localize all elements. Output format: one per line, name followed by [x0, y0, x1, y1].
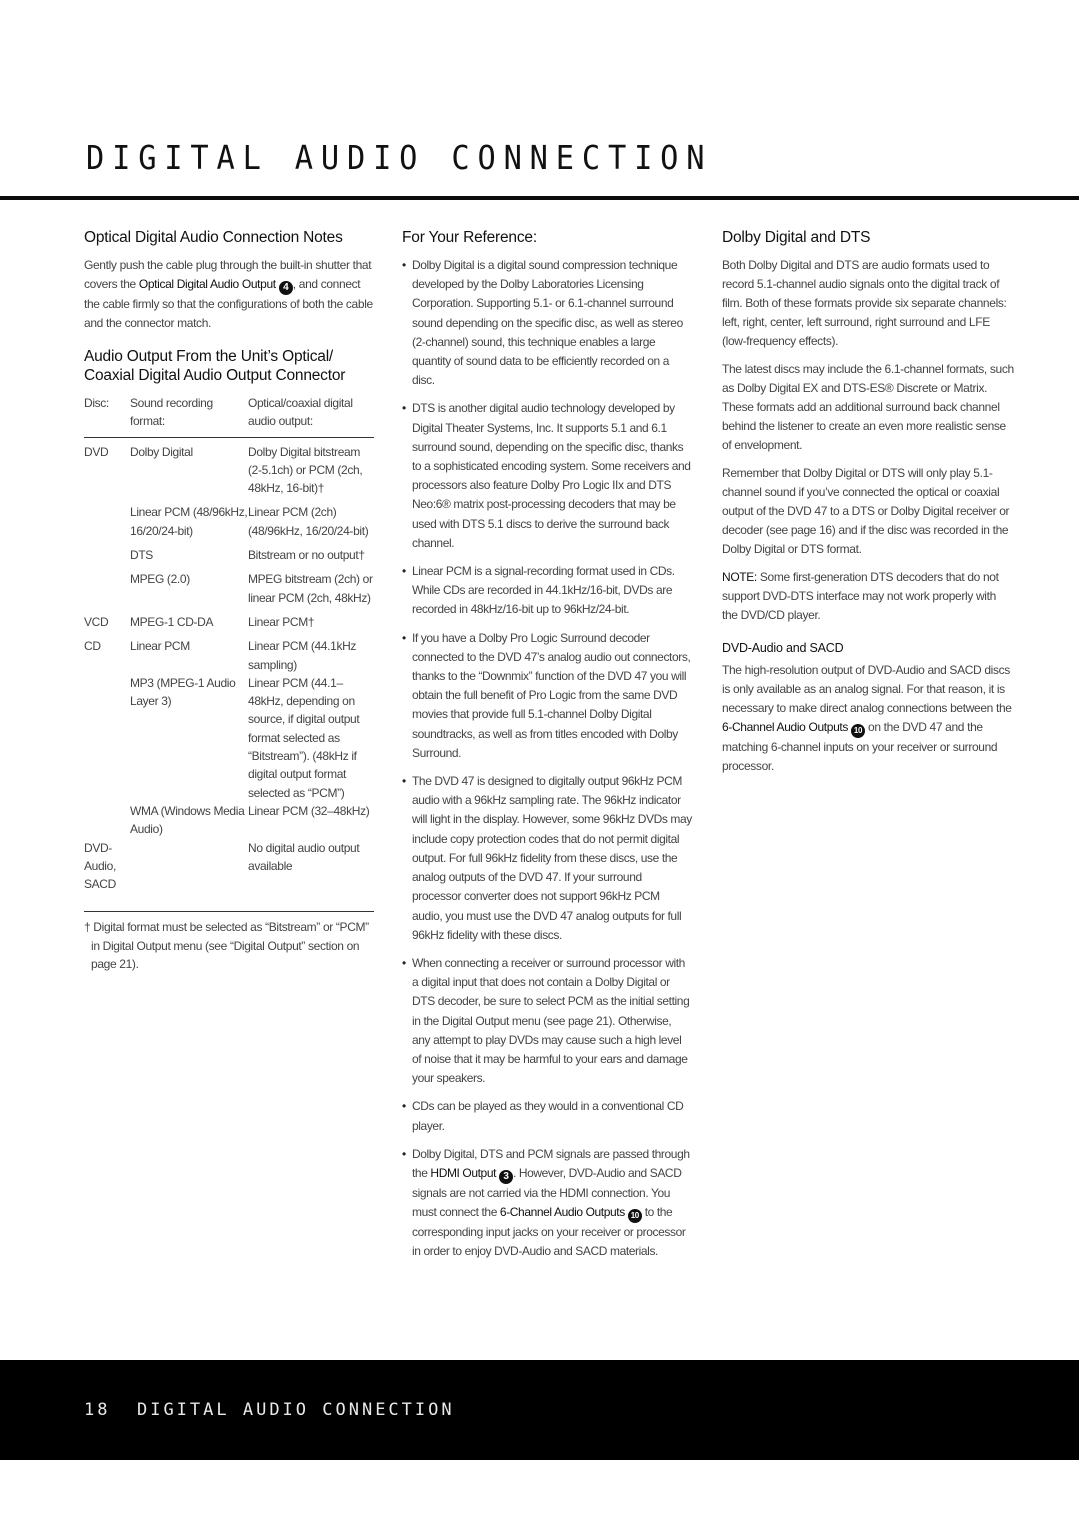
item-text: Dolby Digital is a digital sound compres…: [412, 258, 683, 388]
footnote: † Digital format must be selected as “Bi…: [84, 920, 369, 972]
cell-output: No digital audio output available: [248, 840, 360, 873]
hdmi-output-label: HDMI Output: [430, 1165, 497, 1180]
footer-section-title: DIGITAL AUDIO CONNECTION: [136, 1400, 455, 1420]
bullet-icon: •: [402, 401, 406, 416]
cell-format: WMA (Windows Media Audio): [130, 803, 245, 837]
optical-notes-heading: Optical Digital Audio Connection Notes: [84, 229, 343, 246]
item-text: Linear PCM is a signal-recording format …: [412, 564, 675, 617]
footer-bar: 18 DIGITAL AUDIO CONNECTION: [0, 1360, 1079, 1460]
table-row: CD Linear PCM Linear PCM (44.1kHz sampli…: [84, 631, 374, 674]
cell-output: Linear PCM (32–48kHz): [248, 803, 370, 818]
cell-disc: VCD: [84, 614, 109, 629]
table-row: DVD-Audio, SACD No digital audio output …: [84, 839, 374, 894]
cell-format: DTS: [130, 548, 153, 563]
cell-format: Linear PCM (48/96kHz, 16/20/24-bit): [130, 505, 248, 538]
paragraph: The high-resolution output of DVD-Audio …: [722, 661, 1014, 776]
list-item: • Dolby Digital is a digital sound compre…: [402, 256, 692, 390]
paragraph: Both Dolby Digital and DTS are audio for…: [722, 258, 1007, 348]
column-reference: For Your Reference: • Dolby Digital is a …: [402, 228, 692, 1271]
list-item: • Linear PCM is a signal-recording format…: [402, 562, 692, 620]
item-text: DTS is another digital audio technology …: [412, 401, 691, 550]
optical-output-label: Optical Digital Audio Output: [138, 277, 276, 291]
cell-disc: [84, 802, 130, 839]
table-bottom-rule: [84, 911, 374, 913]
cell-disc: [84, 497, 130, 540]
list-item: • The DVD 47 is designed to digitally out…: [402, 772, 692, 945]
cell-output: MPEG bitstream (2ch) or linear PCM (2ch,…: [248, 572, 373, 605]
item-text: If you have a Dolby Pro Logic Surround d…: [412, 630, 691, 760]
dvd-audio-sacd-heading: DVD-Audio and SACD: [722, 641, 844, 655]
table-header-row: Disc: Sound recording format: Optical/co…: [84, 394, 374, 438]
cell-disc: DVD: [84, 444, 109, 459]
paragraph: Remember that Dolby Digital or DTS will …: [722, 466, 1010, 556]
output-heading: Audio Output From the Unit’s Optical/ Co…: [84, 348, 346, 384]
text: The high-resolution output of DVD-Audio …: [722, 663, 1012, 715]
bullet-icon: •: [402, 630, 406, 645]
cell-output: Linear PCM (2ch) (48/96kHz, 16/20/24-bit…: [248, 505, 369, 538]
bullet-icon: •: [402, 1099, 406, 1114]
six-channel-outputs-label: 6-Channel Audio Outputs: [722, 720, 849, 734]
list-item: • Dolby Digital, DTS and PCM signals are …: [402, 1145, 692, 1262]
bullet-icon: •: [402, 955, 406, 970]
column-dolby-dts: Dolby Digital and DTS Both Dolby Digital…: [722, 228, 1014, 785]
table-row: WMA (Windows Media Audio) Linear PCM (32…: [84, 802, 374, 839]
table-row: DVD Dolby Digital Dolby Digital bitstrea…: [84, 437, 374, 497]
callout-number-icon: 10: [627, 1209, 642, 1224]
list-item: • If you have a Dolby Pro Logic Surround …: [402, 629, 692, 763]
reference-list: • Dolby Digital is a digital sound compre…: [402, 256, 692, 1262]
bullet-icon: •: [402, 258, 406, 272]
table-row: Linear PCM (48/96kHz, 16/20/24-bit) Line…: [84, 497, 374, 540]
cell-format: MP3 (MPEG-1 Audio Layer 3): [130, 675, 236, 709]
cell-disc: [84, 674, 130, 802]
cell-output: Dolby Digital bitstream (2-5.1ch) or PCM…: [248, 444, 363, 496]
cell-output: Linear PCM (44.1kHz sampling): [248, 639, 357, 672]
cell-format: Dolby Digital: [130, 444, 193, 459]
cell-disc: CD: [84, 639, 101, 654]
page-title: DIGITAL AUDIO CONNECTION: [86, 138, 713, 177]
cell-format: MPEG (2.0): [130, 572, 190, 587]
table-row: MP3 (MPEG-1 Audio Layer 3) Linear PCM (4…: [84, 674, 374, 802]
six-channel-outputs-label: 6-Channel Audio Outputs: [499, 1205, 625, 1220]
cell-format: [130, 839, 248, 894]
bullet-icon: •: [402, 774, 406, 789]
table-row: VCD MPEG-1 CD-DA Linear PCM†: [84, 607, 374, 631]
item-text: CDs can be played as they would in a con…: [412, 1099, 684, 1133]
footer-label: 18 DIGITAL AUDIO CONNECTION: [84, 1400, 455, 1420]
reference-heading: For Your Reference:: [402, 229, 537, 246]
callout-number-icon: 10: [851, 724, 866, 738]
cell-disc: DVD-Audio, SACD: [84, 840, 116, 892]
note-paragraph: NOTE: Some first-generation DTS decoders…: [722, 568, 1014, 625]
list-item: • DTS is another digital audio technology…: [402, 399, 692, 553]
dolby-dts-heading: Dolby Digital and DTS: [722, 229, 871, 246]
table-row: DTS Bitstream or no output†: [84, 540, 374, 564]
cell-disc: [84, 564, 130, 607]
table-row: MPEG (2.0) MPEG bitstream (2ch) or linea…: [84, 564, 374, 607]
bullet-icon: •: [402, 564, 406, 579]
note-label: NOTE:: [722, 570, 757, 584]
cell-disc: [84, 540, 130, 564]
note-text: Some first-generation DTS decoders that …: [722, 570, 999, 622]
cell-output: Linear PCM (44.1–48kHz, depending on sou…: [248, 675, 360, 800]
header-format: Sound recording format:: [130, 394, 248, 438]
list-item: • CDs can be played as they would in a co…: [402, 1097, 692, 1135]
page-number: 18: [84, 1400, 111, 1420]
optical-notes-body: Gently push the cable plug through the b…: [84, 256, 376, 333]
callout-number-icon: 3: [498, 1169, 513, 1184]
list-item: • When connecting a receiver or surround …: [402, 954, 692, 1088]
header-rule: [0, 196, 1079, 200]
header-output: Optical/coaxial digital audio output:: [248, 394, 374, 438]
cell-output: Linear PCM†: [248, 614, 315, 629]
cell-format: Linear PCM: [130, 639, 190, 654]
callout-number-icon: 4: [278, 281, 293, 295]
format-table: Disc: Sound recording format: Optical/co…: [84, 394, 374, 893]
paragraph: The latest discs may include the 6.1-cha…: [722, 362, 1014, 452]
header-disc: Disc:: [84, 394, 130, 438]
item-text: The DVD 47 is designed to digitally outp…: [412, 774, 692, 942]
cell-output: Bitstream or no output†: [248, 548, 365, 563]
bullet-icon: •: [402, 1146, 406, 1161]
cell-format: MPEG-1 CD-DA: [130, 614, 214, 629]
column-optical-notes: Optical Digital Audio Connection Notes G…: [84, 228, 376, 974]
item-text: When connecting a receiver or surround p…: [412, 955, 690, 1086]
